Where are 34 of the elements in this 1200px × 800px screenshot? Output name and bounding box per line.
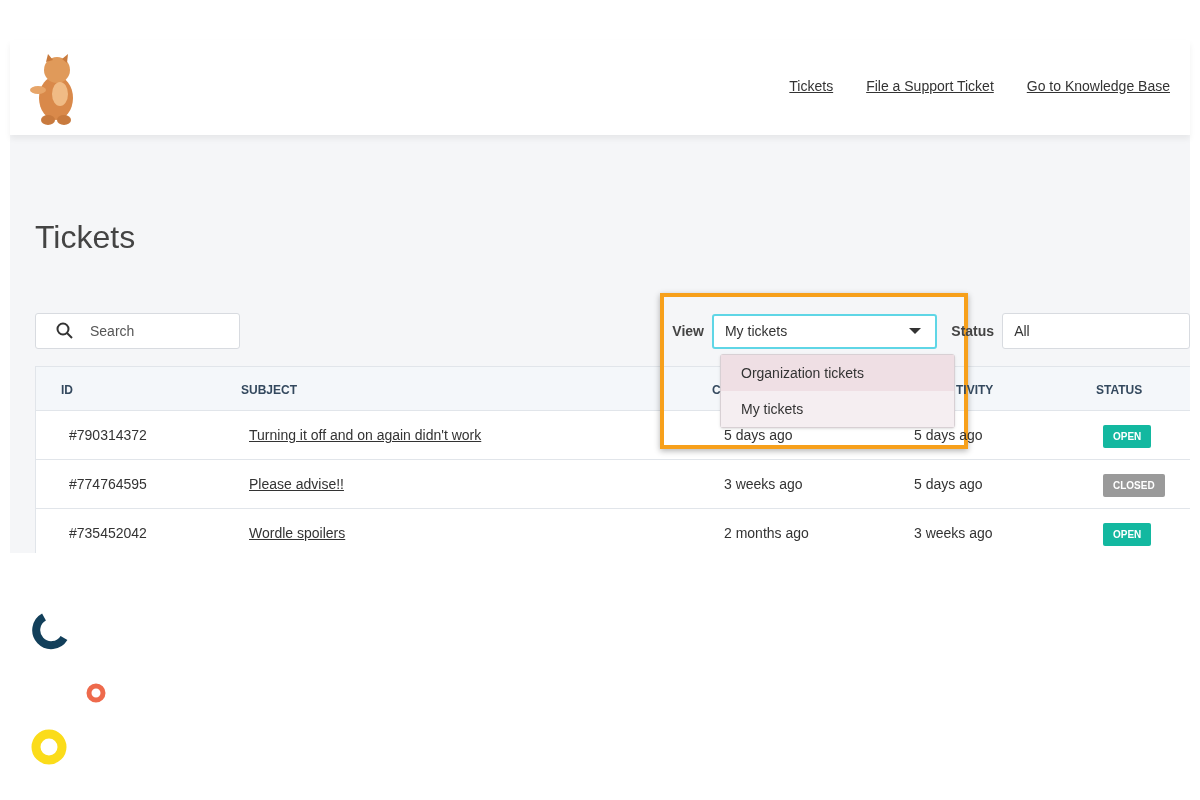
page-title: Tickets <box>35 221 136 253</box>
created-date: 5 days ago <box>724 427 793 443</box>
created-date: 2 months ago <box>724 525 809 541</box>
search-icon <box>56 322 74 340</box>
status-badge: OPEN <box>1103 522 1152 546</box>
ring-shape <box>86 683 106 703</box>
view-label: View <box>672 321 704 341</box>
nav-link[interactable]: Tickets <box>789 76 834 97</box>
column-header: ID <box>61 382 73 397</box>
view-select[interactable]: My tickets <box>711 313 938 349</box>
ticket-id: #735452042 <box>69 525 147 541</box>
dropdown-option[interactable]: Organization tickets <box>721 355 954 391</box>
dropdown-option[interactable]: My tickets <box>721 391 954 427</box>
status-select[interactable]: All <box>1002 313 1190 349</box>
crescent-shape <box>30 612 68 650</box>
activity-date: 3 weeks ago <box>914 525 993 541</box>
nav-link[interactable]: File a Support Ticket <box>866 76 994 97</box>
caret-icon <box>909 328 922 334</box>
activity-date: 5 days ago <box>914 476 983 492</box>
ticket-subject-link[interactable]: Turning it off and on again didn't work <box>249 427 482 443</box>
ticket-id: #790314372 <box>69 427 147 443</box>
ticket-subject-link[interactable]: Please advise!! <box>249 476 344 492</box>
ring-shape <box>30 728 68 766</box>
search-input[interactable]: Search <box>90 320 220 342</box>
nav-link[interactable]: Go to Knowledge Base <box>1026 76 1170 97</box>
ticket-id: #774764595 <box>69 476 147 492</box>
column-header: SUBJECT <box>241 382 297 397</box>
status-badge: CLOSED <box>1103 473 1165 497</box>
search-field[interactable]: Search <box>35 313 241 349</box>
status-badge: OPEN <box>1103 424 1152 448</box>
column-header: C <box>712 382 721 397</box>
ticket-subject-link[interactable]: Wordle spoilers <box>249 525 346 541</box>
column-header: STATUS <box>1096 382 1143 397</box>
created-date: 3 weeks ago <box>724 476 803 492</box>
